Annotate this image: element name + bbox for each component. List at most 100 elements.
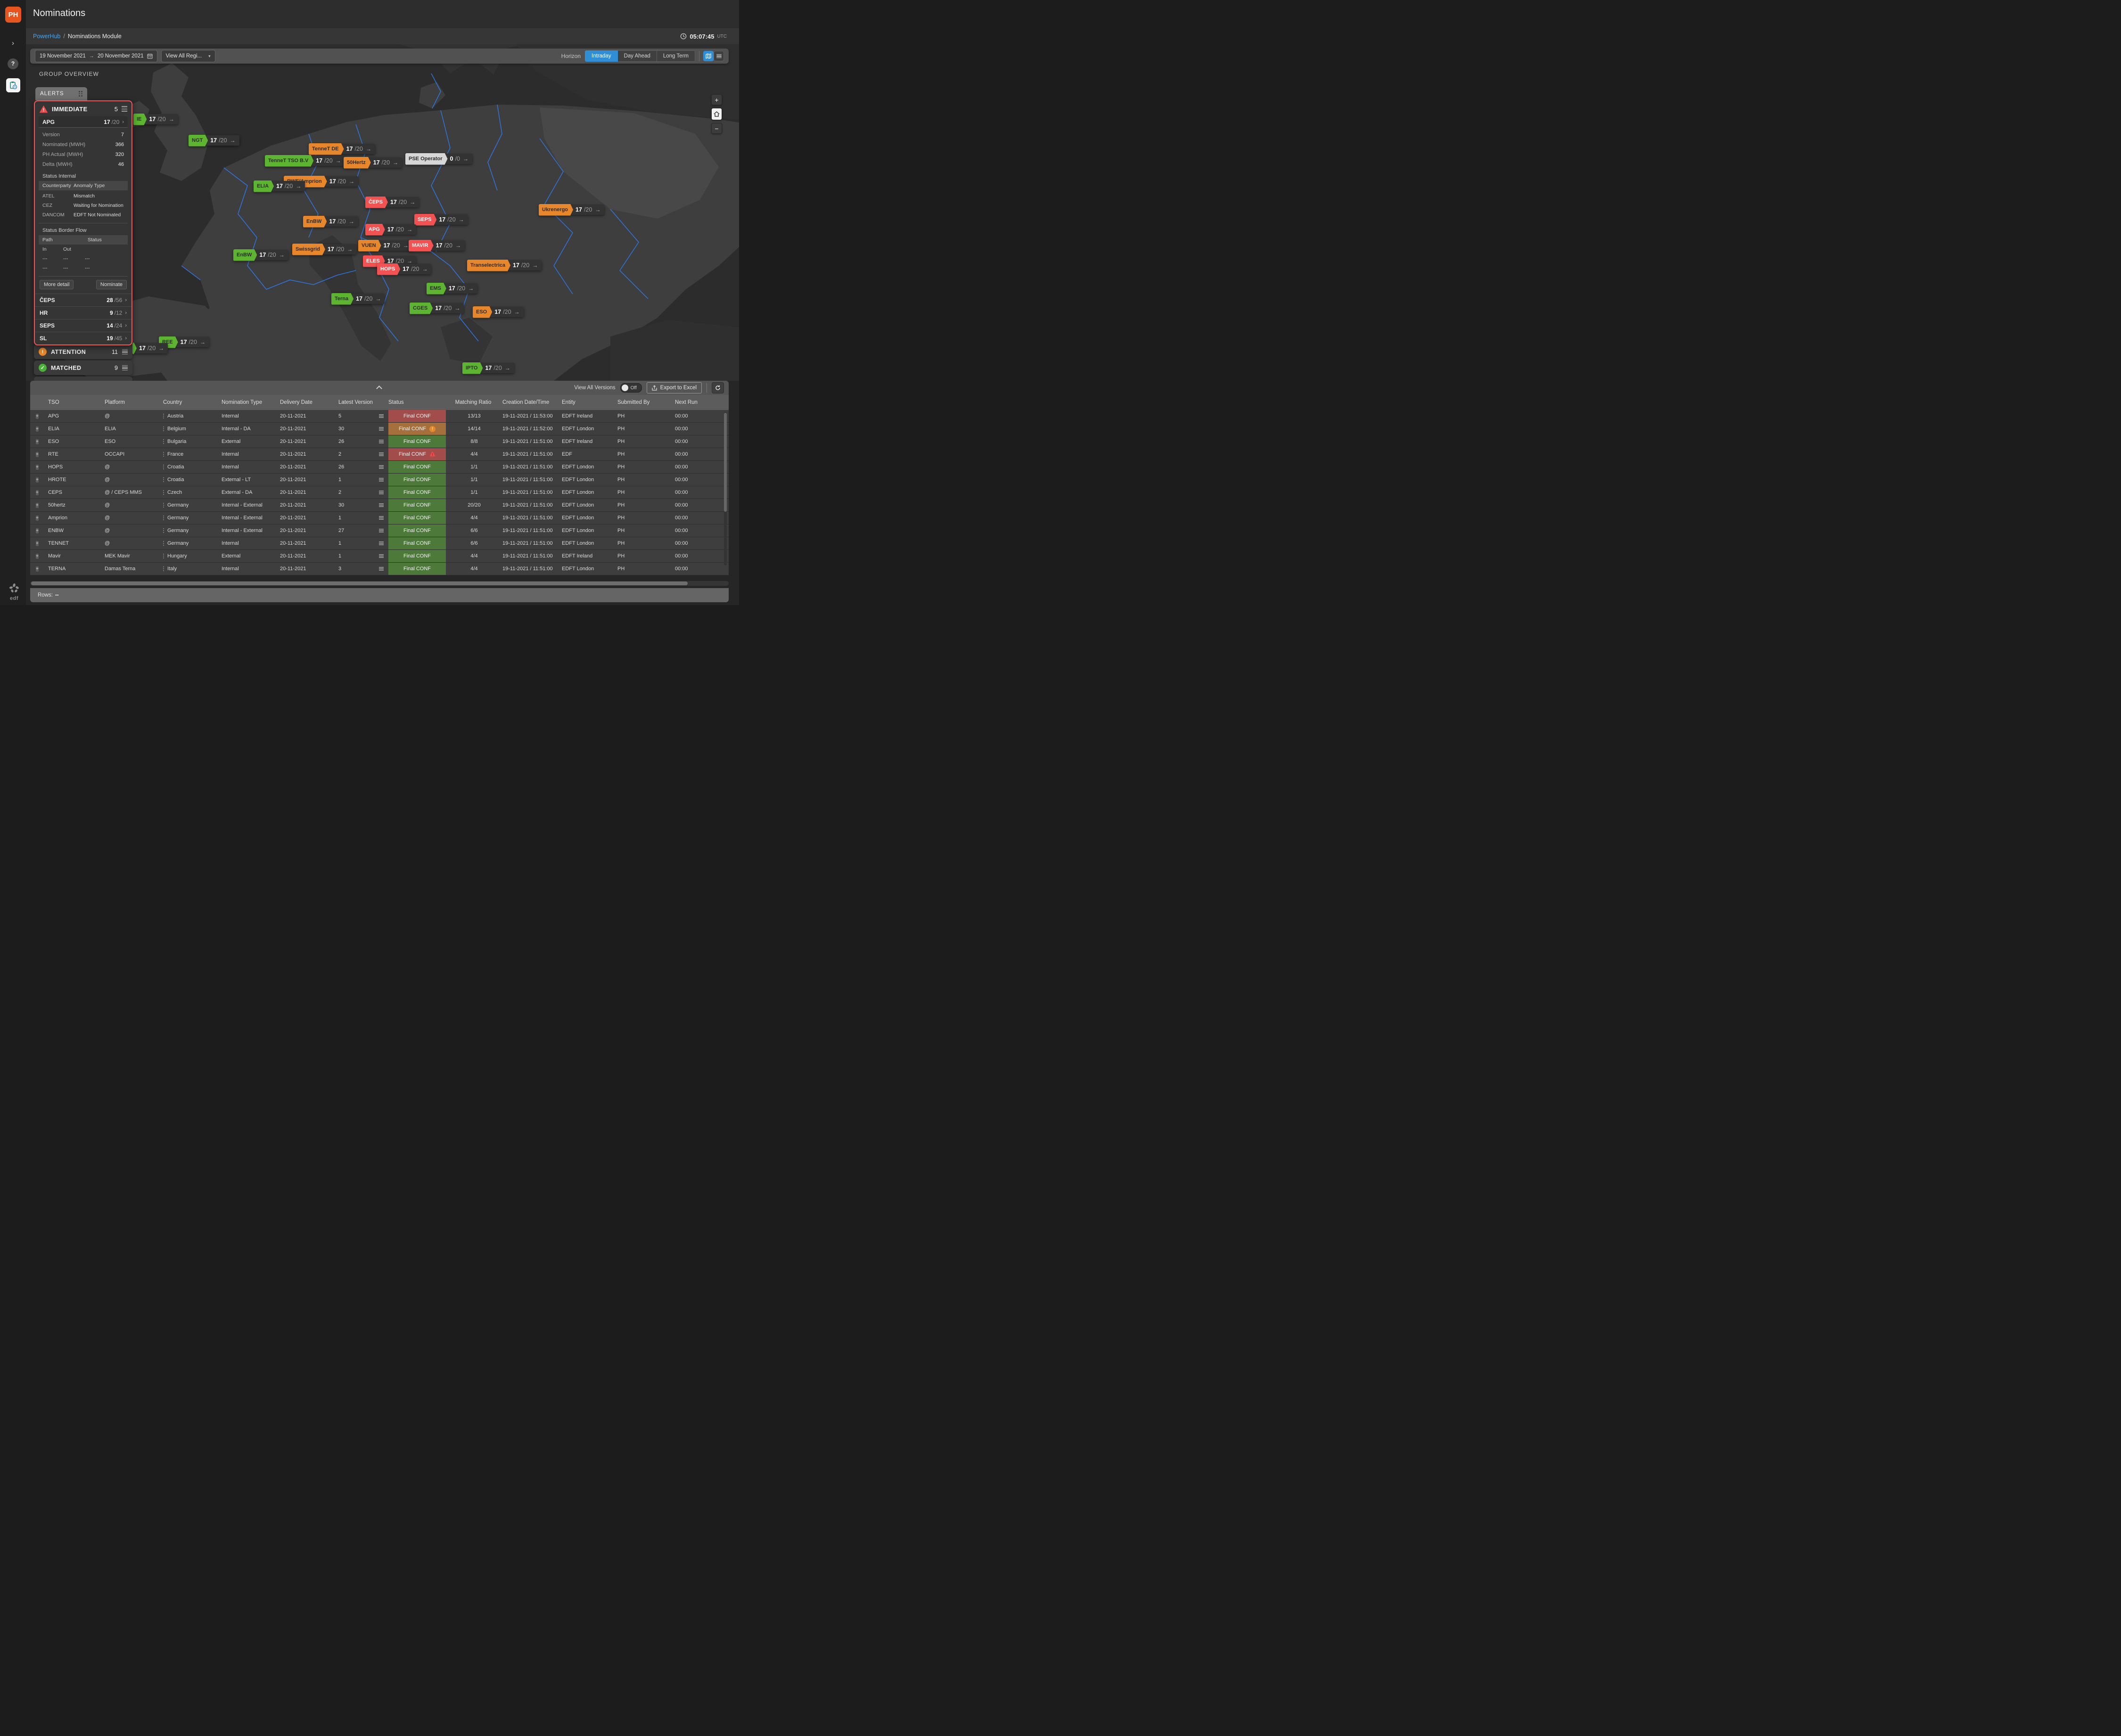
- map-label-apg[interactable]: APG17/20→: [365, 224, 416, 235]
- collapse-table-icon[interactable]: [377, 385, 382, 390]
- table-row-terna[interactable]: +TERNADamas TernaItalyInternal20-11-2021…: [30, 563, 729, 575]
- date-range-picker[interactable]: 19 November 2021 → 20 November 2021: [35, 50, 157, 62]
- map-label-hops[interactable]: HOPS17/20→: [377, 264, 431, 274]
- vertical-scrollbar-thumb[interactable]: [724, 413, 727, 512]
- map-label-tennet-tso-b-v[interactable]: TenneT TSO B.V17/20→: [265, 156, 345, 166]
- expand-row-button[interactable]: +: [36, 554, 39, 559]
- view-all-versions-toggle[interactable]: Off: [620, 383, 642, 393]
- expand-row-button[interactable]: +: [36, 528, 39, 533]
- row-menu-icon[interactable]: [379, 478, 388, 481]
- nominate-button[interactable]: Nominate: [96, 280, 127, 289]
- drag-dots-icon[interactable]: [163, 528, 164, 533]
- more-detail-button[interactable]: More detail: [40, 280, 74, 289]
- map-view-button[interactable]: [703, 51, 714, 61]
- map-label-transelectrica[interactable]: Transelectrica17/20→: [467, 260, 542, 270]
- drag-dots-icon[interactable]: [163, 566, 164, 571]
- expand-row-button[interactable]: +: [36, 426, 39, 432]
- table-row-apg[interactable]: +APG@AustriaInternal20-11-20215Final CON…: [30, 410, 729, 423]
- immediate-tso-item--eps[interactable]: ČEPS28/56›: [35, 294, 132, 306]
- map-label--eps[interactable]: ČEPS17/20→: [365, 197, 419, 207]
- horizontal-scrollbar-thumb[interactable]: [31, 581, 688, 585]
- table-row-50hertz[interactable]: +50hertz@GermanyInternal - External20-11…: [30, 499, 729, 512]
- list-view-button[interactable]: [714, 51, 724, 61]
- matched-list-icon[interactable]: [122, 365, 128, 370]
- map-label-cges[interactable]: CGES17/20→: [410, 303, 464, 313]
- map-label-ipto[interactable]: IPTO17/20→: [462, 363, 514, 373]
- map-label-hidden[interactable]: 17/20→: [132, 343, 168, 353]
- table-row-mavir[interactable]: +MavirMEK MavirHungaryExternal20-11-2021…: [30, 550, 729, 563]
- row-menu-icon[interactable]: [379, 465, 388, 468]
- drag-dots-icon[interactable]: [163, 439, 164, 444]
- row-menu-icon[interactable]: [379, 491, 388, 494]
- powerhub-logo[interactable]: PH: [5, 7, 21, 23]
- immediate-tso-item-seps[interactable]: SEPS14/24›: [35, 319, 132, 332]
- expand-row-button[interactable]: +: [36, 452, 39, 457]
- immediate-header[interactable]: ! IMMEDIATE 5: [35, 101, 132, 116]
- table-row-ceps[interactable]: +CEPS@ / CEPS MMSCzechExternal - DA20-11…: [30, 486, 729, 499]
- map-label-ukrenergo[interactable]: Ukrenergo17/20→: [539, 205, 604, 215]
- table-row-enbw[interactable]: +ENBW@GermanyInternal - External20-11-20…: [30, 524, 729, 537]
- immediate-tso-row[interactable]: APG 17/20›: [39, 116, 128, 128]
- nominations-module-icon[interactable]: [0, 77, 26, 93]
- attention-list-icon[interactable]: [122, 349, 128, 354]
- zoom-in-button[interactable]: +: [711, 94, 722, 105]
- row-menu-icon[interactable]: [379, 567, 388, 570]
- table-row-tennet[interactable]: +TENNET@GermanyInternal20-11-20211Final …: [30, 537, 729, 550]
- drag-dots-icon[interactable]: [163, 452, 164, 457]
- row-menu-icon[interactable]: [379, 427, 388, 430]
- map-label-enbw[interactable]: EnBW17/20→: [233, 250, 288, 260]
- expand-row-button[interactable]: +: [36, 541, 39, 546]
- horizon-option-intraday[interactable]: Intraday: [585, 50, 618, 62]
- drag-dots-icon[interactable]: [163, 426, 164, 431]
- map-label-elia[interactable]: ELIA17/20→: [254, 181, 305, 191]
- map-label-ems[interactable]: EMS17/20→: [427, 283, 477, 294]
- immediate-list-icon[interactable]: [122, 106, 127, 111]
- expand-row-button[interactable]: +: [36, 439, 39, 444]
- expand-row-button[interactable]: +: [36, 477, 39, 483]
- map-label-tennet-de[interactable]: TenneT DE17/20→: [309, 144, 375, 154]
- row-menu-icon[interactable]: [379, 529, 388, 532]
- region-select[interactable]: View All Regi... ▾: [161, 50, 215, 62]
- alerts-tab[interactable]: ALERTS: [35, 87, 87, 100]
- table-row-elia[interactable]: +ELIAELIABelgiumInternal - DA20-11-20213…: [30, 423, 729, 435]
- expand-row-button[interactable]: +: [36, 566, 39, 572]
- drag-dots-icon[interactable]: [163, 490, 164, 495]
- breadcrumb-powerhub-link[interactable]: PowerHub: [33, 33, 60, 40]
- map-label-50hertz[interactable]: 50Hertz17/20→: [344, 157, 402, 168]
- expand-row-button[interactable]: +: [36, 414, 39, 419]
- map-label-pse-operator[interactable]: PSE Operator0/0→: [405, 154, 472, 164]
- export-to-excel-button[interactable]: Export to Excel: [647, 382, 702, 393]
- map-label-swissgrid[interactable]: Swissgrid17/20→: [292, 244, 356, 254]
- europe-map[interactable]: [26, 44, 739, 381]
- drag-handle-icon[interactable]: [79, 91, 82, 97]
- row-menu-icon[interactable]: [379, 516, 388, 519]
- zoom-out-button[interactable]: −: [711, 123, 722, 134]
- table-row-rte[interactable]: +RTEOCCAPIFranceInternal20-11-20212Final…: [30, 448, 729, 461]
- expand-row-button[interactable]: +: [36, 503, 39, 508]
- map-label-ngt[interactable]: NGT17/20→: [189, 135, 239, 146]
- map-label-eso[interactable]: ESO17/20→: [473, 307, 524, 317]
- expand-sidebar-icon[interactable]: ›: [0, 38, 26, 48]
- row-menu-icon[interactable]: [379, 452, 388, 456]
- row-menu-icon[interactable]: [379, 414, 388, 418]
- drag-dots-icon[interactable]: [163, 465, 164, 469]
- drag-dots-icon[interactable]: [163, 477, 164, 482]
- row-menu-icon[interactable]: [379, 440, 388, 443]
- immediate-tso-item-sl[interactable]: SL19/45›: [35, 332, 132, 344]
- row-menu-icon[interactable]: [379, 554, 388, 557]
- immediate-tso-item-hr[interactable]: HR9/12›: [35, 306, 132, 319]
- map-label-vuen[interactable]: VUEN17/20→: [358, 240, 412, 251]
- map-label-mavir[interactable]: MAVIR17/20→: [409, 240, 465, 251]
- expand-row-button[interactable]: +: [36, 465, 39, 470]
- drag-dots-icon[interactable]: [163, 516, 164, 520]
- drag-dots-icon[interactable]: [163, 554, 164, 558]
- table-row-eso[interactable]: +ESOESOBulgariaExternal20-11-202126Final…: [30, 435, 729, 448]
- refresh-button[interactable]: [712, 382, 724, 393]
- table-row-hops[interactable]: +HOPS@CroatiaInternal20-11-202126Final C…: [30, 461, 729, 474]
- help-icon[interactable]: ?: [0, 57, 26, 70]
- expand-row-button[interactable]: +: [36, 516, 39, 521]
- table-row-amprion[interactable]: +Amprion@GermanyInternal - External20-11…: [30, 512, 729, 524]
- map-label-terna[interactable]: Terna17/20→: [331, 294, 385, 304]
- horizon-option-day-ahead[interactable]: Day Ahead: [618, 50, 657, 62]
- map-label-enbw[interactable]: EnBW17/20→: [303, 216, 358, 227]
